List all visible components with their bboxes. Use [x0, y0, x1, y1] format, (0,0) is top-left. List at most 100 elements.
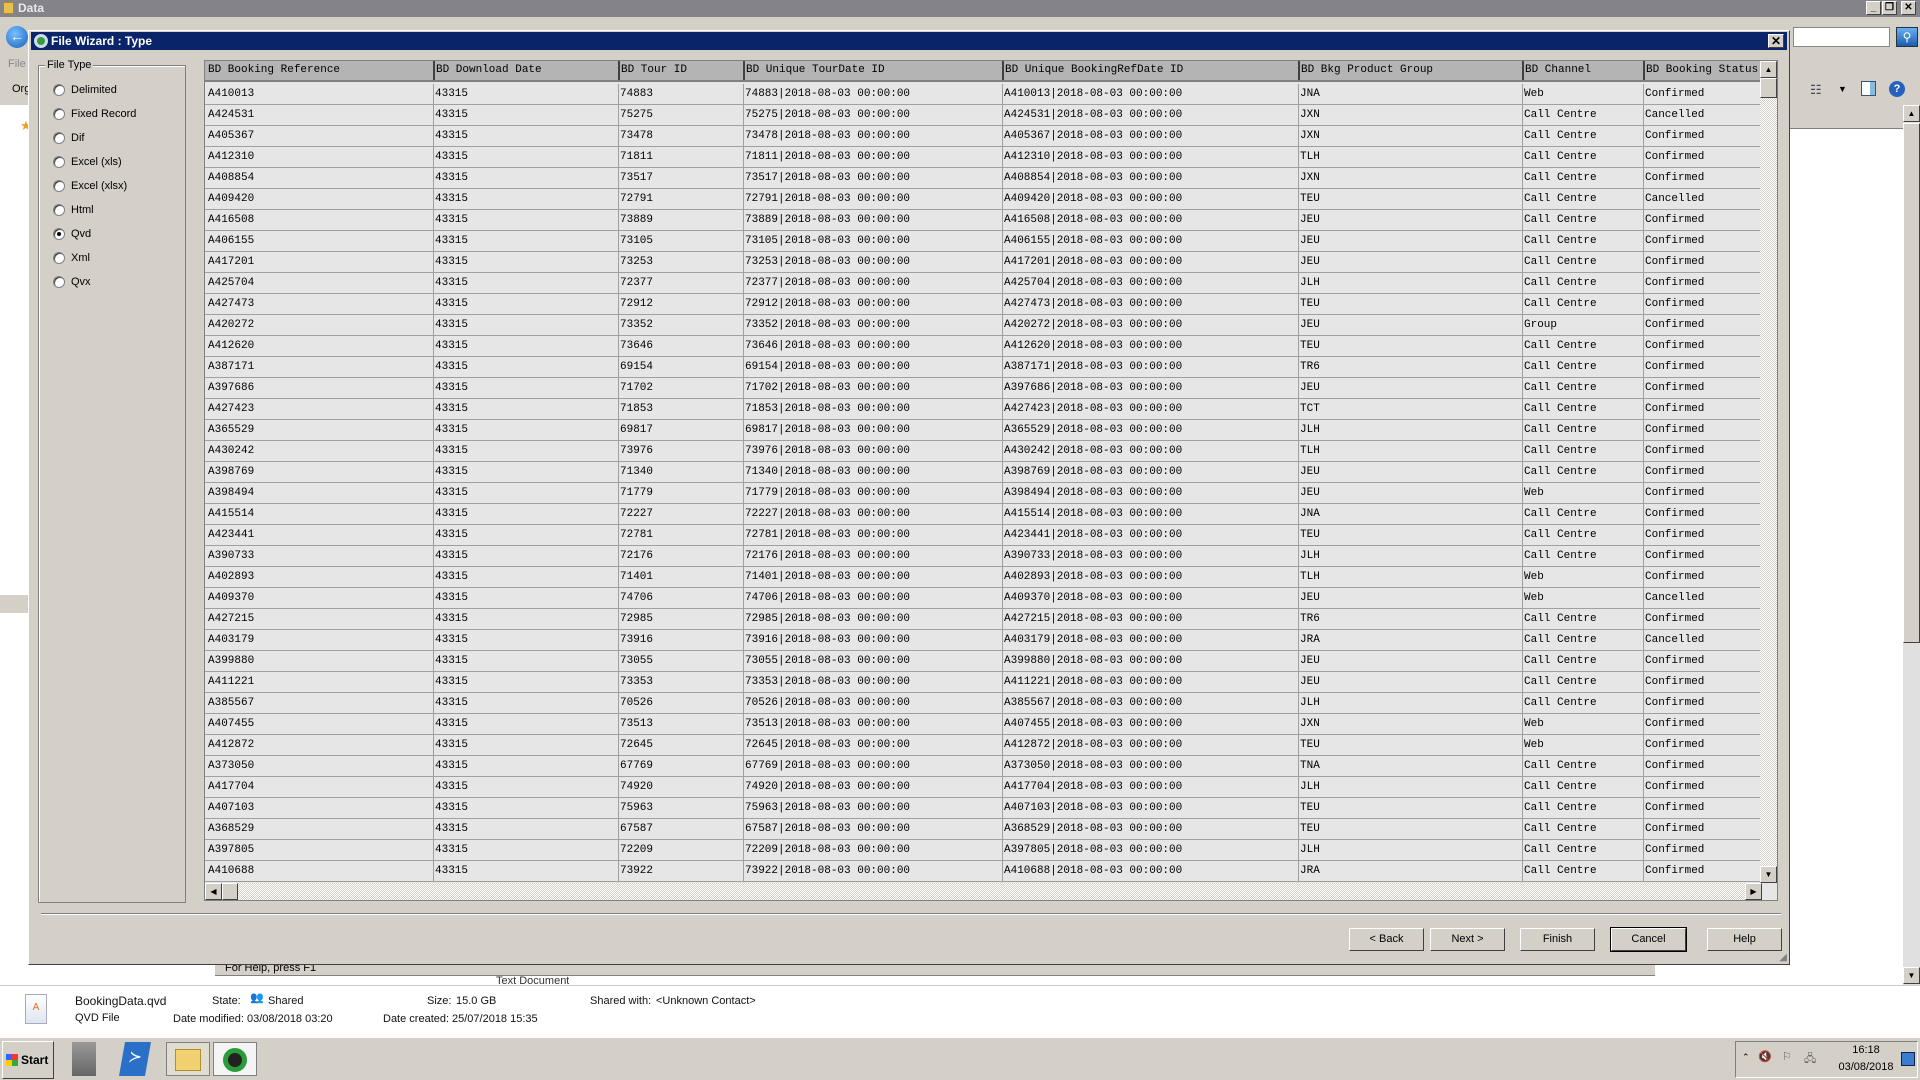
radio-button[interactable]	[53, 276, 65, 288]
minimize-button[interactable]: _	[1866, 1, 1881, 15]
next-button[interactable]: Next >	[1430, 928, 1505, 951]
table-cell: 43315	[433, 168, 618, 188]
radio-button[interactable]	[53, 108, 65, 120]
state-label: State:	[212, 995, 241, 1007]
horizontal-scrollbar[interactable]: ◀ ▶	[205, 883, 1762, 900]
finish-button[interactable]: Finish	[1520, 928, 1595, 951]
table-cell: A390733|2018-08-03 00:00:00	[1002, 546, 1298, 566]
scroll-left-button[interactable]: ◀	[205, 883, 222, 900]
table-cell: Web	[1522, 483, 1643, 503]
network-icon[interactable]: 🖧	[1804, 1050, 1816, 1069]
table-cell: Confirmed	[1643, 168, 1762, 188]
radio-excel-xlsx[interactable]: Excel (xlsx)	[53, 178, 127, 194]
column-header[interactable]: BD Unique TourDate ID	[743, 61, 1002, 80]
table-cell: JEU	[1298, 315, 1522, 335]
view-options-icon[interactable]: ☷	[1810, 82, 1822, 98]
table-cell: Call Centre	[1522, 441, 1643, 461]
table-cell: Confirmed	[1643, 483, 1762, 503]
radio-html[interactable]: Html	[53, 202, 94, 218]
table-cell: JEU	[1298, 252, 1522, 272]
close-button[interactable]: ✕	[1901, 1, 1916, 15]
table-cell: A412310	[208, 151, 255, 163]
radio-button[interactable]	[53, 156, 65, 168]
vertical-scrollbar[interactable]: ▲ ▼	[1760, 61, 1777, 883]
scroll-up-button[interactable]: ▲	[1760, 61, 1777, 78]
radio-dif[interactable]: Dif	[53, 130, 84, 146]
scroll-down-button[interactable]: ▼	[1760, 866, 1777, 883]
table-row: A412872 43315 72645 72645|2018-08-03 00:00:…	[205, 735, 1762, 756]
back-button[interactable]: < Back	[1349, 928, 1424, 951]
table-cell: A398494|2018-08-03 00:00:00	[1002, 483, 1298, 503]
show-hidden-icons-icon[interactable]: ⌃	[1742, 1052, 1750, 1063]
table-cell: 43315	[433, 231, 618, 251]
explorer-scrollbar[interactable]: ▲ ▼	[1903, 105, 1920, 985]
resize-grip-icon[interactable]: ◢	[1779, 952, 1787, 963]
table-cell: 69154	[618, 357, 743, 377]
menu-file[interactable]: File	[8, 58, 26, 70]
table-cell: JLH	[1298, 420, 1522, 440]
radio-button[interactable]	[53, 204, 65, 216]
help-icon[interactable]: ?	[1889, 81, 1905, 97]
organize-menu[interactable]: Org	[12, 83, 28, 95]
column-header[interactable]: BD Tour ID	[618, 61, 743, 80]
radio-qvd[interactable]: Qvd	[53, 226, 91, 242]
column-header[interactable]: BD Download Date	[433, 61, 618, 80]
date-modified-value: 03/08/2018 03:20	[247, 1013, 333, 1025]
radio-button[interactable]	[53, 228, 65, 240]
search-input[interactable]	[1793, 27, 1890, 47]
chevron-down-icon[interactable]: ▼	[1838, 84, 1847, 94]
radio-xml[interactable]: Xml	[53, 250, 90, 266]
table-row: A417704 43315 74920 74920|2018-08-03 00:00:…	[205, 777, 1762, 798]
restore-button[interactable]: ❐	[1882, 1, 1897, 15]
column-header[interactable]: BD Booking Status	[1643, 61, 1762, 80]
table-cell: Call Centre	[1522, 147, 1643, 167]
cancel-button[interactable]: Cancel	[1610, 927, 1687, 952]
powershell-icon[interactable]: ≻	[119, 1042, 151, 1076]
column-header[interactable]: BD Bkg Product Group	[1298, 61, 1522, 80]
show-desktop-icon[interactable]	[1901, 1052, 1915, 1066]
table-cell: A409370|2018-08-03 00:00:00	[1002, 588, 1298, 608]
volume-muted-icon[interactable]: 🔇	[1758, 1050, 1772, 1063]
scroll-thumb[interactable]	[222, 883, 238, 900]
radio-fixed-record[interactable]: Fixed Record	[53, 106, 136, 122]
table-cell: TEU	[1298, 294, 1522, 314]
table-cell: Call Centre	[1522, 105, 1643, 125]
scroll-right-button[interactable]: ▶	[1745, 883, 1762, 900]
table-cell: A399880|2018-08-03 00:00:00	[1002, 651, 1298, 671]
table-cell: A405367	[208, 130, 255, 142]
qlikview-taskbar-button[interactable]	[213, 1042, 257, 1076]
table-cell: Call Centre	[1522, 504, 1643, 524]
column-header[interactable]: BD Booking Reference	[205, 61, 433, 80]
radio-excel-xls[interactable]: Excel (xls)	[53, 154, 122, 170]
clock-date[interactable]: 03/08/2018	[1832, 1061, 1900, 1073]
table-cell: Call Centre	[1522, 651, 1643, 671]
search-icon[interactable]: ⚲	[1896, 27, 1918, 47]
scroll-down-button[interactable]: ▼	[1903, 967, 1920, 984]
column-header[interactable]: BD Channel	[1522, 61, 1643, 80]
radio-button[interactable]	[53, 180, 65, 192]
radio-button[interactable]	[53, 252, 65, 264]
action-center-flag-icon[interactable]: ⚐	[1782, 1050, 1792, 1063]
table-cell: 43315	[433, 567, 618, 587]
preview-pane-icon[interactable]	[1861, 81, 1876, 96]
column-header[interactable]: BD Unique BookingRefDate ID	[1002, 61, 1298, 80]
clock-time[interactable]: 16:18	[1836, 1044, 1896, 1056]
table-cell: 72912	[618, 294, 743, 314]
scroll-thumb[interactable]	[1903, 123, 1920, 643]
radio-button[interactable]	[53, 132, 65, 144]
radio-delimited[interactable]: Delimited	[53, 82, 117, 98]
table-row: A407455 43315 73513 73513|2018-08-03 00:00:…	[205, 714, 1762, 735]
start-button[interactable]: Start	[2, 1041, 54, 1079]
scroll-up-button[interactable]: ▲	[1903, 105, 1920, 122]
file-explorer-taskbar-button[interactable]	[166, 1042, 210, 1076]
table-cell: 72645	[618, 735, 743, 755]
table-cell: Confirmed	[1643, 567, 1762, 587]
server-manager-icon[interactable]	[72, 1042, 96, 1076]
help-button[interactable]: Help	[1707, 928, 1782, 951]
table-cell: A427215	[208, 613, 255, 625]
back-arrow-icon[interactable]: ←	[6, 26, 28, 48]
wizard-close-button[interactable]: ✕	[1768, 34, 1784, 48]
scroll-thumb[interactable]	[1760, 78, 1777, 98]
radio-button[interactable]	[53, 84, 65, 96]
radio-qvx[interactable]: Qvx	[53, 274, 91, 290]
